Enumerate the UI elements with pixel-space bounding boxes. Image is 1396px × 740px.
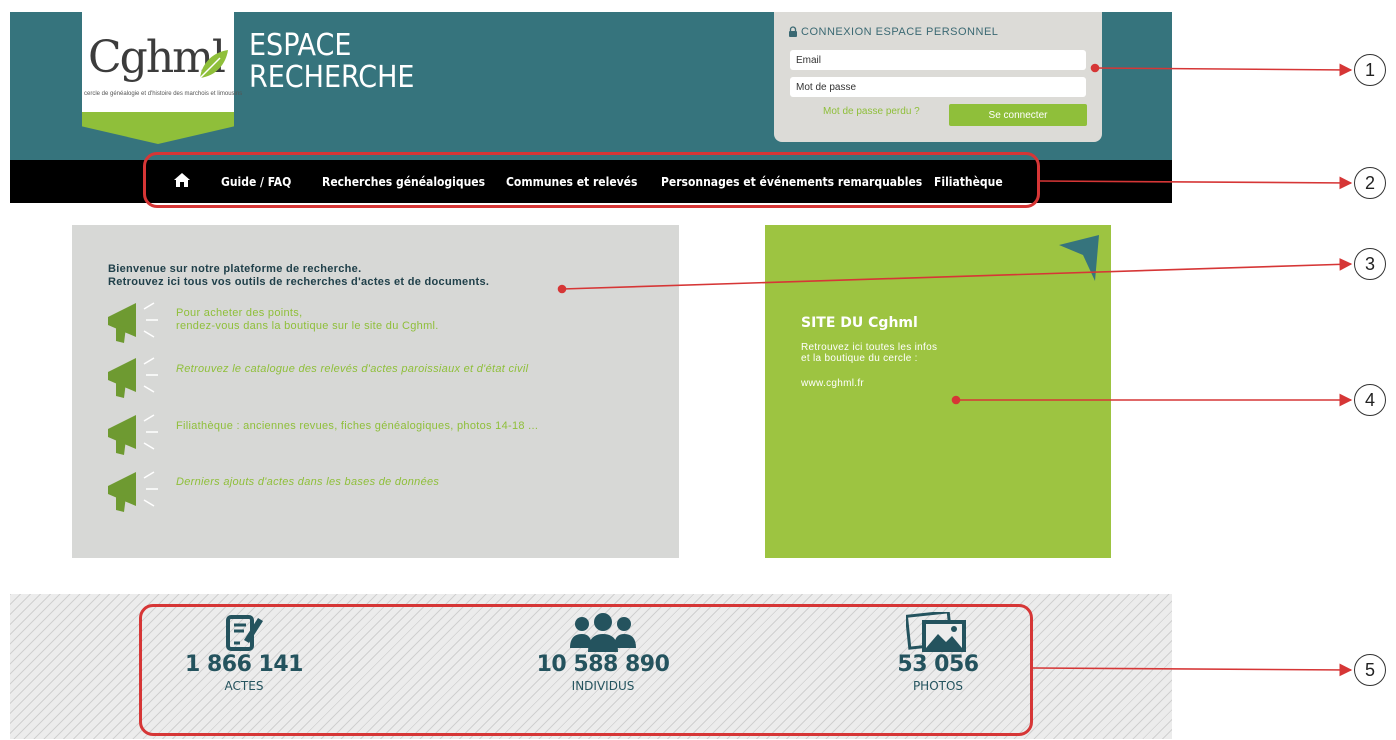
welcome-heading: Bienvenue sur notre plateforme de recher… (108, 263, 489, 289)
site-panel-desc-line1: Retrouvez ici toutes les infos (801, 342, 938, 353)
megaphone-icon (108, 302, 158, 343)
callout-4: 4 (1354, 384, 1386, 416)
site-panel-url-link[interactable]: www.cghml.fr (801, 378, 864, 389)
login-button[interactable]: Se connecter (949, 104, 1087, 126)
callout-2: 2 (1354, 167, 1386, 199)
lock-icon (789, 26, 797, 37)
callout-5: 5 (1354, 654, 1386, 686)
password-field[interactable] (790, 77, 1086, 97)
promo-text: Filiathèque : anciennes revues, fiches g… (176, 420, 539, 432)
forgot-password-link[interactable]: Mot de passe perdu ? (823, 106, 920, 117)
welcome-line1: Bienvenue sur notre plateforme de recher… (108, 263, 362, 275)
promo-text: Derniers ajouts d'actes dans les bases d… (176, 476, 440, 488)
callout-1: 1 (1354, 54, 1386, 86)
login-panel: CONNEXION ESPACE PERSONNEL Mot de passe … (774, 12, 1102, 142)
email-field[interactable] (790, 50, 1086, 70)
site-title-line2: RECHERCHE (249, 60, 415, 95)
site-panel-desc-line2: et la boutique du cercle : (801, 353, 918, 364)
logo-caption: cercle de généalogie et d'histoire des m… (84, 91, 243, 97)
logo-banner (82, 112, 234, 144)
site-title-line1: ESPACE (249, 28, 352, 63)
megaphone-icon (108, 471, 158, 512)
highlight-stats (139, 604, 1033, 736)
leaf-icon (199, 50, 228, 79)
highlight-nav (143, 152, 1040, 208)
site-panel-title: SITE DU Cghml (801, 315, 918, 331)
welcome-panel: Bienvenue sur notre plateforme de recher… (72, 225, 679, 558)
login-title: CONNEXION ESPACE PERSONNEL (801, 26, 999, 38)
welcome-line2: Retrouvez ici tous vos outils de recherc… (108, 276, 490, 288)
callout-3: 3 (1354, 248, 1386, 280)
logo[interactable]: Cghml cercle de généalogie et d'histoire… (82, 12, 243, 144)
site-cghml-panel[interactable]: SITE DU Cghml Retrouvez ici toutes les i… (765, 225, 1111, 558)
promo-text: Retrouvez le catalogue des relevés d'act… (176, 363, 529, 375)
site-title: ESPACE RECHERCHE (249, 30, 449, 94)
promo-text-line1: Pour acheter des points, (176, 307, 303, 319)
megaphone-icon (108, 357, 158, 398)
corner-arrow-icon (1059, 235, 1099, 281)
site-panel-description: Retrouvez ici toutes les infos et la bou… (801, 342, 1001, 364)
megaphone-icon (108, 414, 158, 455)
promo-text-line2: rendez-vous dans la boutique sur le site… (176, 320, 439, 332)
